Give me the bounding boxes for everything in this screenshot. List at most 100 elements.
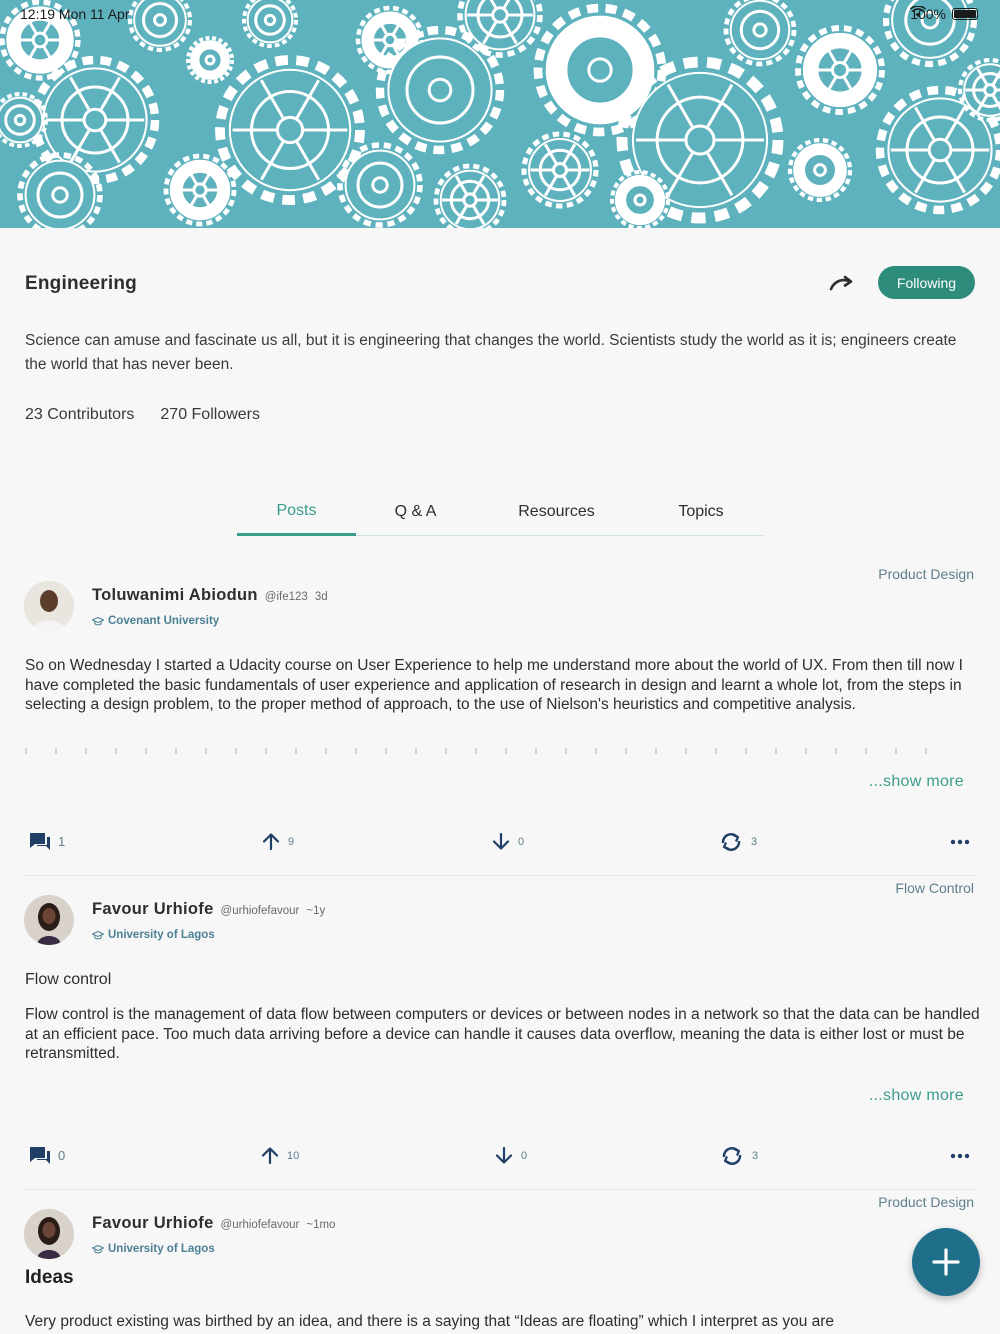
gear-shape bbox=[215, 55, 365, 205]
author-photo bbox=[24, 581, 74, 631]
followers-count[interactable]: 270 Followers bbox=[160, 406, 260, 424]
topic-description: Science can amuse and fascinate us all, … bbox=[25, 332, 957, 373]
status-indicators: 100% bbox=[910, 6, 978, 22]
author-name[interactable]: Favour Urhiofe bbox=[92, 1214, 214, 1233]
plus-icon bbox=[932, 1248, 960, 1276]
comments-action[interactable]: 1 bbox=[30, 833, 65, 850]
gear-shape bbox=[0, 92, 48, 148]
cover-banner: 12:19 Mon 11 Apr 100% bbox=[0, 0, 1000, 228]
author-line: Favour Urhiofe @urhiofefavour ~1mo bbox=[92, 1214, 335, 1233]
post-body: Flow control is the management of data f… bbox=[25, 1006, 980, 1062]
gear-shape bbox=[521, 131, 599, 209]
downvote-count: 0 bbox=[521, 1149, 528, 1162]
gear-shape bbox=[163, 153, 237, 227]
arrow-up-icon bbox=[262, 833, 280, 850]
post-body: So on Wednesday I started a Udacity cour… bbox=[25, 657, 963, 713]
status-time: 12:19 Mon 11 Apr bbox=[20, 6, 130, 22]
show-more-link[interactable]: ...show more bbox=[869, 773, 964, 791]
comment-count: 0 bbox=[58, 1148, 66, 1163]
downvote-action[interactable]: 0 bbox=[492, 833, 524, 850]
arrow-down-icon bbox=[492, 833, 510, 850]
gear-shape bbox=[337, 142, 423, 228]
post-time: 3d bbox=[314, 591, 328, 603]
upvote-count: 10 bbox=[287, 1149, 300, 1162]
status-bar: 12:19 Mon 11 Apr 100% bbox=[0, 0, 1000, 28]
downvote-action[interactable]: 0 bbox=[495, 1147, 527, 1164]
create-post-button[interactable] bbox=[912, 1228, 980, 1296]
author-photo bbox=[24, 895, 74, 945]
post-divider bbox=[25, 1189, 975, 1190]
topic-title: Engineering bbox=[25, 273, 137, 294]
arrow-up-icon bbox=[261, 1147, 279, 1164]
contributors-count[interactable]: 23 Contributors bbox=[25, 406, 134, 424]
gear-shape bbox=[433, 163, 507, 228]
downvote-count: 0 bbox=[518, 835, 525, 848]
author-line: Toluwanimi Abiodun @ife123 3d bbox=[92, 586, 328, 605]
more-options-icon[interactable] bbox=[950, 1153, 970, 1159]
post-category-tag[interactable]: Product Design bbox=[878, 566, 974, 582]
author-school[interactable]: Covenant University bbox=[92, 615, 219, 627]
avatar[interactable] bbox=[24, 581, 74, 631]
tab-q-and-a[interactable]: Q & A bbox=[356, 488, 475, 536]
share-icon[interactable] bbox=[829, 272, 855, 294]
avatar[interactable] bbox=[24, 1209, 74, 1259]
author-school[interactable]: University of Lagos bbox=[92, 929, 215, 941]
comments-action[interactable]: 0 bbox=[30, 1147, 65, 1164]
wifi-icon bbox=[910, 6, 927, 17]
arrow-down-icon bbox=[495, 1147, 513, 1164]
tab-posts[interactable]: Posts bbox=[237, 488, 356, 536]
show-more-link[interactable]: ...show more bbox=[869, 1087, 964, 1105]
tab-resources[interactable]: Resources bbox=[475, 488, 638, 536]
gear-shape bbox=[610, 170, 670, 228]
author-photo bbox=[24, 1209, 74, 1259]
gear-shape bbox=[957, 57, 1000, 123]
gear-shape bbox=[795, 25, 885, 115]
post-divider bbox=[25, 875, 975, 876]
upvote-action[interactable]: 9 bbox=[262, 833, 294, 850]
topic-tabs: Posts Q & A Resources Topics bbox=[237, 488, 764, 536]
tab-topics[interactable]: Topics bbox=[638, 488, 764, 536]
repost-action[interactable]: 3 bbox=[719, 832, 757, 852]
comment-icon bbox=[30, 1147, 50, 1164]
author-school[interactable]: University of Lagos bbox=[92, 1243, 215, 1255]
graduation-cap-icon bbox=[92, 1244, 104, 1253]
gear-shape bbox=[186, 36, 234, 84]
gear-shape bbox=[375, 25, 505, 155]
upvote-count: 9 bbox=[288, 835, 295, 848]
battery-icon bbox=[952, 8, 978, 20]
comment-count: 1 bbox=[58, 834, 66, 849]
repost-count: 3 bbox=[751, 836, 758, 848]
post-category-tag[interactable]: Product Design bbox=[878, 1194, 974, 1210]
following-button[interactable]: Following bbox=[878, 266, 975, 299]
post-heading: Flow control bbox=[25, 971, 112, 988]
author-handle: @urhiofefavour bbox=[220, 905, 300, 917]
post-heading: Ideas bbox=[25, 1267, 74, 1288]
more-options-icon[interactable] bbox=[950, 839, 970, 845]
gears-pattern-image bbox=[0, 0, 1000, 228]
repost-count: 3 bbox=[752, 1150, 759, 1162]
author-name[interactable]: Favour Urhiofe bbox=[92, 900, 214, 919]
school-name: University of Lagos bbox=[108, 1243, 215, 1255]
repost-icon bbox=[721, 833, 741, 851]
author-name[interactable]: Toluwanimi Abiodun bbox=[92, 586, 258, 605]
author-handle: @ife123 bbox=[264, 591, 308, 603]
school-name: Covenant University bbox=[108, 615, 220, 627]
repost-icon bbox=[722, 1147, 742, 1165]
topic-stats: 23 Contributors 270 Followers bbox=[25, 406, 260, 424]
graduation-cap-icon bbox=[92, 930, 104, 939]
author-handle: @urhiofefavour bbox=[220, 1219, 300, 1231]
gear-shape bbox=[17, 152, 103, 228]
truncated-text-fade bbox=[25, 748, 955, 754]
post-time: ~1mo bbox=[306, 1219, 336, 1231]
post-time: ~1y bbox=[306, 905, 326, 917]
upvote-action[interactable]: 10 bbox=[261, 1147, 299, 1164]
post-category-tag[interactable]: Flow Control bbox=[895, 880, 974, 896]
school-name: University of Lagos bbox=[108, 929, 215, 941]
repost-action[interactable]: 3 bbox=[720, 1146, 758, 1166]
gear-shape bbox=[787, 137, 853, 203]
post-body: Very product existing was birthed by an … bbox=[25, 1313, 835, 1330]
graduation-cap-icon bbox=[92, 616, 104, 625]
avatar[interactable] bbox=[24, 895, 74, 945]
author-line: Favour Urhiofe @urhiofefavour ~1y bbox=[92, 900, 325, 919]
comment-icon bbox=[30, 833, 50, 850]
